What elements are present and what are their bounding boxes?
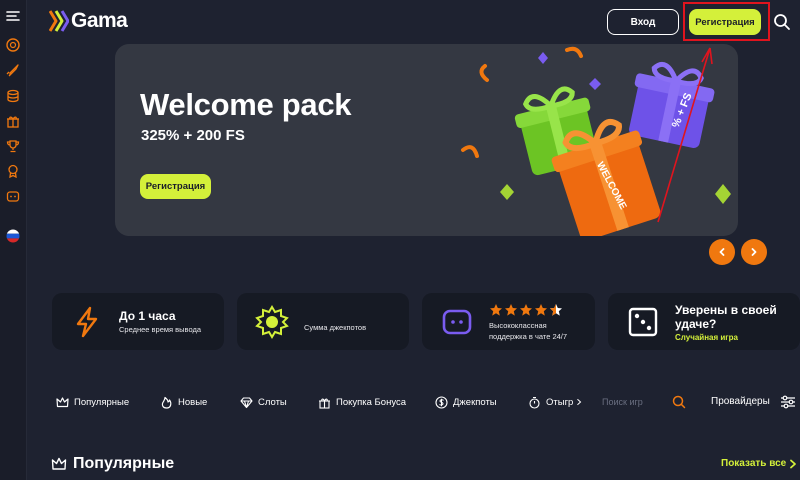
filters-icon[interactable] xyxy=(780,394,796,410)
login-button[interactable]: Вход xyxy=(607,9,679,35)
gift-icon xyxy=(319,398,330,409)
tab-new[interactable]: Новые xyxy=(160,392,207,412)
show-all-link[interactable]: Показать все xyxy=(721,458,786,469)
coins-stack-icon[interactable] xyxy=(5,88,21,104)
dollar-coin-icon xyxy=(435,395,448,409)
dice-icon xyxy=(628,307,658,337)
providers-dropdown[interactable]: Провайдеры xyxy=(711,396,770,407)
search-icon[interactable] xyxy=(672,395,686,409)
banner-subtitle: 325% + 200 FS xyxy=(141,127,245,144)
category-tabs: Популярные Новые Слоты Покупка Бонуса Дж… xyxy=(56,392,800,412)
feature-subtitle-line1: Высококлассная xyxy=(489,321,547,330)
tab-label: Новые xyxy=(178,396,208,408)
flame-icon xyxy=(161,396,172,409)
banner-title: Welcome pack xyxy=(140,87,352,122)
coin-icon[interactable] xyxy=(5,37,21,53)
chevron-right-icon xyxy=(577,398,582,406)
menu-icon[interactable] xyxy=(5,8,21,24)
feature-subtitle: Сумма джекпотов xyxy=(304,323,367,332)
chevron-right-icon[interactable] xyxy=(788,459,798,469)
sun-badge-icon xyxy=(255,305,289,339)
timer-icon xyxy=(529,396,540,409)
tab-label: Отыгр xyxy=(546,396,574,408)
welcome-banner[interactable]: Welcome pack 325% + 200 FS Регистрация %… xyxy=(115,44,738,236)
feature-subtitle-line2: поддержка в чате 24/7 xyxy=(489,332,568,341)
gift-boxes-illustration: % + FS WELCOME xyxy=(461,46,731,236)
rating-stars xyxy=(490,304,562,316)
tab-wagering[interactable]: Отыгр xyxy=(528,392,583,412)
gift-icon[interactable] xyxy=(5,113,21,129)
rocket-icon[interactable] xyxy=(5,62,21,78)
logo-mark-icon xyxy=(49,10,69,32)
chevron-right-icon xyxy=(751,248,757,256)
tab-jackpots[interactable]: Джекпоты xyxy=(435,392,497,412)
carousel-next-button[interactable] xyxy=(741,239,767,265)
search-icon[interactable] xyxy=(773,13,791,31)
logo[interactable]: Gama xyxy=(49,9,128,33)
lightning-icon xyxy=(76,306,98,338)
section-title: Популярные xyxy=(73,455,175,472)
tab-label: Слоты xyxy=(258,396,287,408)
russian-flag-icon[interactable] xyxy=(5,228,21,244)
crown-icon xyxy=(56,396,69,407)
crown-icon xyxy=(51,457,67,470)
tab-bonus-buy[interactable]: Покупка Бонуса xyxy=(318,392,406,412)
tab-label: Джекпоты xyxy=(453,396,497,408)
logo-text: Gama xyxy=(71,9,128,32)
chat-icon[interactable] xyxy=(5,189,21,205)
feature-card-jackpot: Сумма джекпотов xyxy=(237,293,409,350)
trophy-icon[interactable] xyxy=(5,138,21,154)
register-button[interactable]: Регистрация xyxy=(689,9,761,35)
carousel-prev-button[interactable] xyxy=(709,239,735,265)
sidebar xyxy=(0,0,27,480)
award-icon[interactable] xyxy=(5,163,21,179)
feature-card-withdrawal: До 1 часа Среднее время вывода xyxy=(52,293,224,350)
chevron-left-icon xyxy=(719,248,725,256)
feature-title: До 1 часа xyxy=(119,309,176,323)
game-search-input[interactable]: Поиск игр xyxy=(602,397,643,407)
tab-popular[interactable]: Популярные xyxy=(56,392,129,412)
diamond-icon xyxy=(240,396,253,408)
feature-title-line1: Уверены в своей xyxy=(675,303,777,317)
chat-bubble-icon xyxy=(442,309,472,335)
feature-card-random-game[interactable]: Уверены в своей удаче? Случайная игра xyxy=(608,293,800,350)
feature-card-support: Высококлассная поддержка в чате 24/7 xyxy=(422,293,595,350)
tab-slots[interactable]: Слоты xyxy=(240,392,287,412)
banner-register-button[interactable]: Регистрация xyxy=(140,174,211,199)
feature-title-line2: удаче? xyxy=(675,317,717,331)
tab-label: Покупка Бонуса xyxy=(336,396,406,408)
random-game-link[interactable]: Случайная игра xyxy=(675,333,738,342)
feature-subtitle: Среднее время вывода xyxy=(119,325,201,334)
tab-label: Популярные xyxy=(74,396,130,408)
